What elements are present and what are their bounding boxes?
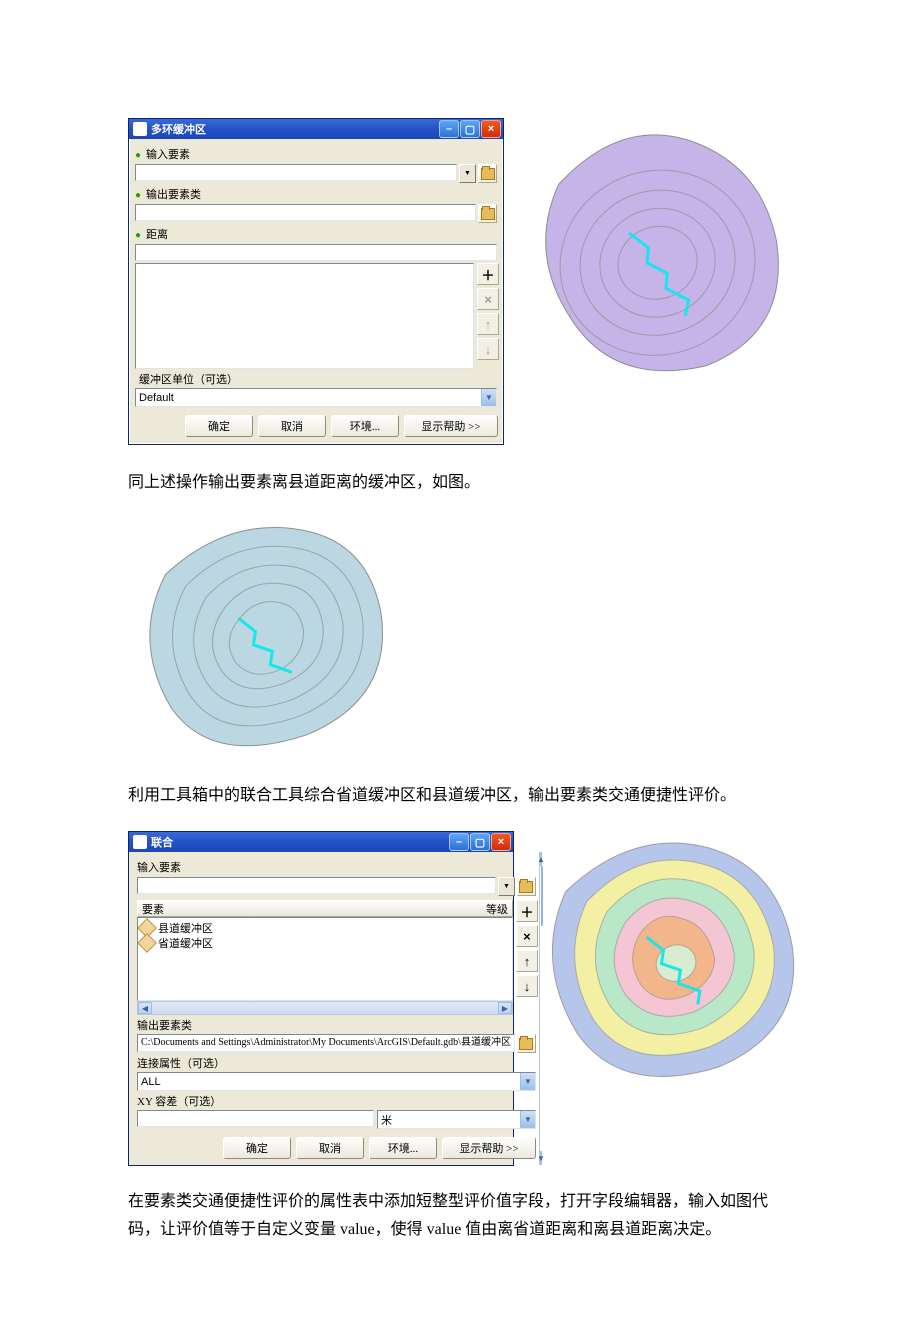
output-features-field[interactable] bbox=[135, 204, 476, 221]
close-button[interactable]: × bbox=[481, 120, 501, 138]
remove-button[interactable]: × bbox=[516, 925, 538, 947]
col-feature: 要素 bbox=[142, 901, 164, 917]
ok-button[interactable]: 确定 bbox=[185, 415, 253, 437]
cancel-button[interactable]: 取消 bbox=[296, 1137, 364, 1159]
select-value: ALL bbox=[141, 1076, 161, 1088]
browse-button[interactable] bbox=[517, 877, 536, 896]
browse-button[interactable] bbox=[478, 164, 497, 183]
paragraph-1: 同上述操作输出要素离县道距离的缓冲区，如图。 bbox=[128, 469, 792, 496]
features-table-header: 要素 等级 bbox=[137, 900, 513, 917]
output-path-field[interactable]: C:\Documents and Settings\Administrator\… bbox=[137, 1034, 515, 1052]
titlebar[interactable]: 多环缓冲区 – ▢ × bbox=[129, 119, 503, 139]
figure-province-buffer bbox=[526, 118, 786, 398]
feature-class-icon bbox=[137, 933, 157, 953]
label-output-features: 输出要素类 bbox=[137, 1017, 536, 1033]
required-dot-icon: ● bbox=[135, 230, 143, 241]
add-button[interactable]: ＋ bbox=[516, 900, 538, 922]
move-up-button[interactable]: ↑ bbox=[477, 313, 499, 335]
add-button[interactable]: ＋ bbox=[477, 263, 499, 285]
required-dot-icon: ● bbox=[135, 190, 143, 201]
close-button[interactable]: × bbox=[491, 833, 511, 851]
window-title: 联合 bbox=[151, 834, 173, 850]
scroll-up-icon[interactable]: ▲ bbox=[540, 852, 542, 866]
browse-button[interactable] bbox=[517, 1034, 536, 1053]
figure-row-3: 联合 – ▢ × 输入要素 ▼ 要素 bbox=[128, 831, 792, 1166]
scroll-thumb[interactable] bbox=[541, 866, 543, 926]
app-icon bbox=[133, 122, 147, 136]
window-title: 多环缓冲区 bbox=[151, 121, 206, 137]
browse-button[interactable] bbox=[478, 204, 497, 223]
dialog-footer: 确定 取消 环境... 显示帮助 >> bbox=[137, 1129, 536, 1163]
list-item[interactable]: 县道缓冲区 bbox=[140, 920, 510, 935]
dropdown-icon[interactable]: ▼ bbox=[520, 1111, 535, 1128]
scroll-down-icon[interactable]: ▼ bbox=[540, 1151, 542, 1165]
label-buffer-unit: 缓冲区单位（可选） bbox=[139, 371, 497, 387]
label-xy-tolerance: XY 容差（可选） bbox=[137, 1093, 536, 1109]
titlebar[interactable]: 联合 – ▢ × bbox=[129, 832, 513, 852]
show-help-button[interactable]: 显示帮助 >> bbox=[442, 1137, 536, 1159]
dropdown-icon[interactable]: ▼ bbox=[520, 1073, 535, 1090]
label-output-features: ●输出要素类 bbox=[135, 186, 497, 202]
select-value: Default bbox=[139, 392, 174, 404]
folder-icon bbox=[481, 168, 495, 180]
col-rank: 等级 bbox=[486, 901, 508, 917]
cancel-button[interactable]: 取消 bbox=[258, 415, 326, 437]
label-join-attributes: 连接属性（可选） bbox=[137, 1055, 536, 1071]
dropdown-button[interactable]: ▼ bbox=[459, 164, 476, 183]
remove-button[interactable]: × bbox=[477, 288, 499, 310]
move-down-button[interactable]: ↓ bbox=[516, 975, 538, 997]
scroll-left-icon[interactable]: ◀ bbox=[138, 1002, 152, 1014]
vertical-scrollbar[interactable]: ▲ ▼ bbox=[539, 852, 540, 1165]
ok-button[interactable]: 确定 bbox=[223, 1137, 291, 1159]
label-distance: ●距离 bbox=[135, 226, 497, 242]
figure-county-buffer bbox=[128, 518, 408, 758]
minimize-button[interactable]: – bbox=[449, 833, 469, 851]
select-value: 米 bbox=[381, 1112, 392, 1128]
input-features-field[interactable] bbox=[135, 164, 457, 181]
scroll-right-icon[interactable]: ▶ bbox=[498, 1002, 512, 1014]
app-icon bbox=[133, 835, 147, 849]
move-down-button[interactable]: ↓ bbox=[477, 338, 499, 360]
environments-button[interactable]: 环境... bbox=[331, 415, 399, 437]
paragraph-3: 在要素类交通便捷性评价的属性表中添加短整型评价值字段，打开字段编辑器，输入如图代… bbox=[128, 1188, 792, 1242]
dropdown-icon[interactable]: ▼ bbox=[481, 389, 496, 406]
folder-icon bbox=[519, 881, 533, 893]
join-attributes-select[interactable]: ALL ▼ bbox=[137, 1072, 536, 1091]
figure-row-1: 多环缓冲区 – ▢ × ●输入要素 ▼ ●输出要素类 bbox=[128, 118, 792, 445]
label-input-features: 输入要素 bbox=[137, 859, 536, 875]
environments-button[interactable]: 环境... bbox=[369, 1137, 437, 1159]
dialog-union: 联合 – ▢ × 输入要素 ▼ 要素 bbox=[128, 831, 514, 1166]
dialog-multi-ring-buffer: 多环缓冲区 – ▢ × ●输入要素 ▼ ●输出要素类 bbox=[128, 118, 504, 445]
xy-unit-select[interactable]: 米 ▼ bbox=[377, 1110, 536, 1129]
label-input-features: ●输入要素 bbox=[135, 146, 497, 162]
figure-union-result bbox=[538, 835, 802, 1093]
features-list[interactable]: 县道缓冲区 省道缓冲区 bbox=[137, 917, 513, 1001]
dialog-footer: 确定 取消 环境... 显示帮助 >> bbox=[129, 409, 503, 444]
horizontal-scrollbar[interactable]: ◀ ▶ bbox=[137, 1001, 513, 1015]
move-up-button[interactable]: ↑ bbox=[516, 950, 538, 972]
input-features-combo[interactable] bbox=[137, 877, 496, 894]
distances-list[interactable] bbox=[135, 263, 474, 369]
folder-icon bbox=[519, 1038, 533, 1050]
maximize-button[interactable]: ▢ bbox=[460, 120, 480, 138]
maximize-button[interactable]: ▢ bbox=[470, 833, 490, 851]
required-dot-icon: ● bbox=[135, 150, 143, 161]
dialog-body: 输入要素 ▼ 要素 等级 bbox=[129, 852, 539, 1165]
folder-icon bbox=[481, 208, 495, 220]
paragraph-2: 利用工具箱中的联合工具综合省道缓冲区和县道缓冲区，输出要素类交通便捷性评价。 bbox=[128, 782, 792, 809]
buffer-unit-select[interactable]: Default ▼ bbox=[135, 388, 497, 407]
show-help-button[interactable]: 显示帮助 >> bbox=[404, 415, 498, 437]
dropdown-button[interactable]: ▼ bbox=[498, 877, 515, 896]
figure-row-2 bbox=[128, 518, 792, 758]
xy-tolerance-input[interactable] bbox=[137, 1110, 374, 1127]
minimize-button[interactable]: – bbox=[439, 120, 459, 138]
list-item[interactable]: 省道缓冲区 bbox=[140, 935, 510, 950]
distance-input[interactable] bbox=[135, 244, 497, 261]
document-page: 多环缓冲区 – ▢ × ●输入要素 ▼ ●输出要素类 bbox=[0, 0, 920, 1325]
dialog-body: ●输入要素 ▼ ●输出要素类 ●距离 bbox=[129, 139, 503, 409]
